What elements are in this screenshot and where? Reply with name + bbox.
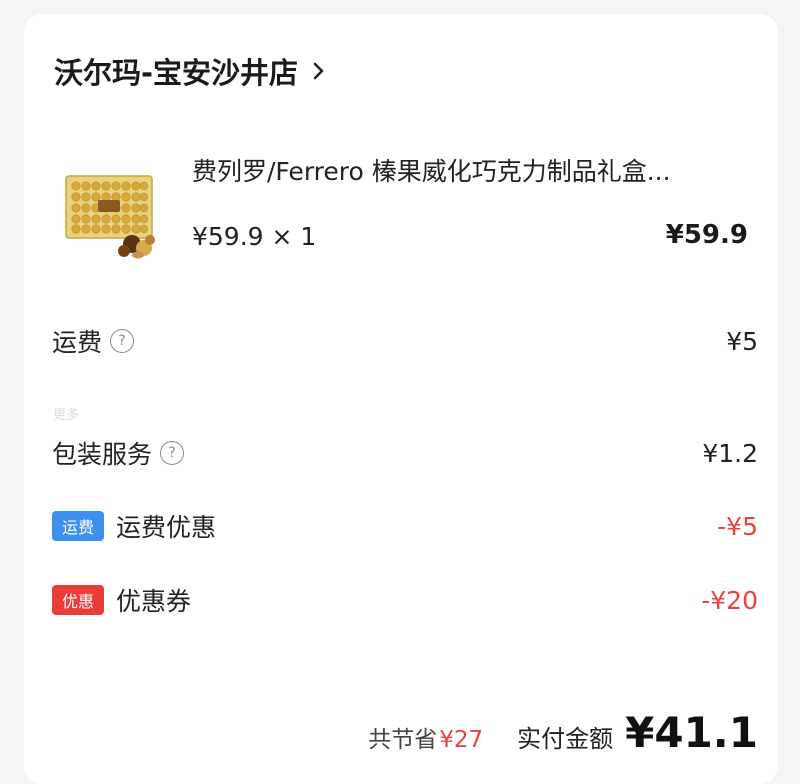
chevron-right-icon bbox=[313, 62, 324, 80]
shipping-discount-value: -¥5 bbox=[717, 511, 758, 541]
total-saved-label: 共节省 bbox=[368, 727, 438, 753]
coupon-label: 优惠券 bbox=[116, 587, 192, 616]
shipping-fee-row: 运费 ? ¥5 bbox=[52, 321, 758, 361]
product-total-price: ¥59.9 bbox=[665, 220, 748, 250]
shipping-fee-value: ¥5 bbox=[726, 326, 758, 356]
packaging-fee-value: ¥1.2 bbox=[702, 438, 758, 468]
shipping-discount-tag: 运费 bbox=[52, 511, 104, 541]
question-circle-icon[interactable]: ? bbox=[160, 441, 185, 465]
payment-summary: 共节省 ¥27 实付金额 ¥41.1 bbox=[368, 708, 758, 757]
order-card: 沃尔玛-宝安沙井店 费列罗/Ferrero 榛果威化巧克力制品礼盒... ¥59… bbox=[24, 14, 778, 784]
product-name[interactable]: 费列罗/Ferrero 榛果威化巧克力制品礼盒... bbox=[192, 152, 762, 188]
actual-payment-amount: ¥41.1 bbox=[625, 708, 758, 757]
store-name: 沃尔玛-宝安沙井店 bbox=[54, 56, 299, 90]
product-item[interactable]: 费列罗/Ferrero 榛果威化巧克力制品礼盒... ¥59.9 × 1 ¥59… bbox=[52, 138, 762, 288]
actual-payment-label: 实付金额 bbox=[517, 725, 614, 753]
store-link[interactable]: 沃尔玛-宝安沙井店 bbox=[54, 50, 326, 92]
question-circle-icon[interactable]: ? bbox=[110, 329, 135, 353]
coupon-row[interactable]: 优惠 优惠券 -¥20 bbox=[52, 580, 758, 620]
product-image[interactable] bbox=[52, 156, 170, 274]
shipping-discount-row: 运费 运费优惠 -¥5 bbox=[52, 506, 758, 546]
coupon-tag: 优惠 bbox=[52, 585, 104, 615]
total-saved-amount: ¥27 bbox=[439, 727, 484, 753]
shipping-fee-label: 运费 bbox=[52, 328, 103, 357]
more-label[interactable]: 更多 bbox=[53, 404, 79, 423]
ferrero-box-icon bbox=[65, 175, 155, 259]
packaging-fee-row: 包装服务 ? ¥1.2 bbox=[52, 433, 758, 473]
product-unit-price-qty: ¥59.9 × 1 bbox=[192, 222, 317, 251]
shipping-discount-label: 运费优惠 bbox=[116, 513, 217, 542]
packaging-fee-label: 包装服务 bbox=[52, 440, 153, 469]
coupon-value: -¥20 bbox=[701, 585, 758, 615]
